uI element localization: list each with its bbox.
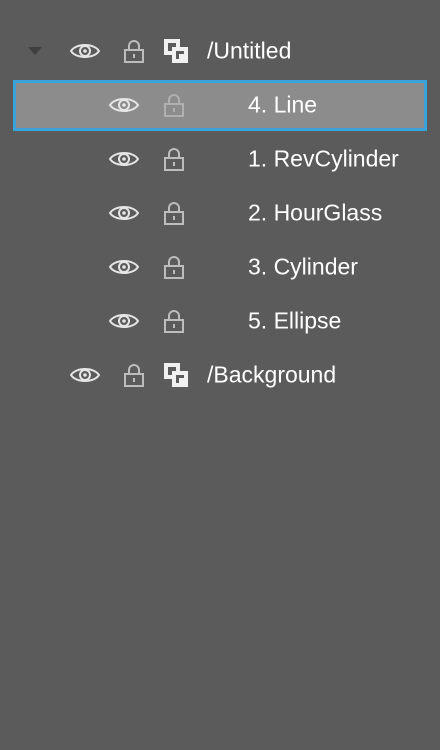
lock-icon[interactable] <box>163 201 185 225</box>
layer-row-line[interactable]: 4. Line <box>0 78 440 132</box>
layer-name: 4. Line <box>248 91 318 118</box>
layer-row-revcylinder[interactable]: 1. RevCylinder <box>0 132 440 186</box>
layer-row-cylinder[interactable]: 3. Cylinder <box>0 240 440 294</box>
eye-icon[interactable] <box>108 149 140 169</box>
lock-icon[interactable] <box>163 93 185 117</box>
layer-name: /Background <box>207 361 337 388</box>
eye-icon[interactable] <box>69 41 101 61</box>
eye-icon[interactable] <box>69 365 101 385</box>
eye-icon[interactable] <box>108 257 140 277</box>
layer-group-row-untitled[interactable]: /Untitled <box>0 24 440 78</box>
lock-icon[interactable] <box>163 147 185 171</box>
layer-name: 5. Ellipse <box>248 307 342 334</box>
layer-row-ellipse[interactable]: 5. Ellipse <box>0 294 440 348</box>
lock-icon[interactable] <box>123 363 145 387</box>
layer-name: /Untitled <box>207 37 292 64</box>
caret-down-icon[interactable] <box>27 46 43 56</box>
lock-icon[interactable] <box>163 255 185 279</box>
layer-name: 1. RevCylinder <box>248 145 399 172</box>
layer-group-icon <box>164 39 188 63</box>
layer-group-row-background[interactable]: /Background <box>0 348 440 402</box>
layer-name: 3. Cylinder <box>248 253 358 280</box>
layer-group-icon <box>164 363 188 387</box>
eye-icon[interactable] <box>108 311 140 331</box>
layer-name: 2. HourGlass <box>248 199 383 226</box>
eye-icon[interactable] <box>108 95 140 115</box>
eye-icon[interactable] <box>108 203 140 223</box>
layers-panel: /Untitled 4. Line 1. RevCylinder 2. Hour… <box>0 0 440 750</box>
selection-highlight <box>13 80 427 131</box>
layer-row-hourglass[interactable]: 2. HourGlass <box>0 186 440 240</box>
lock-icon[interactable] <box>123 39 145 63</box>
lock-icon[interactable] <box>163 309 185 333</box>
